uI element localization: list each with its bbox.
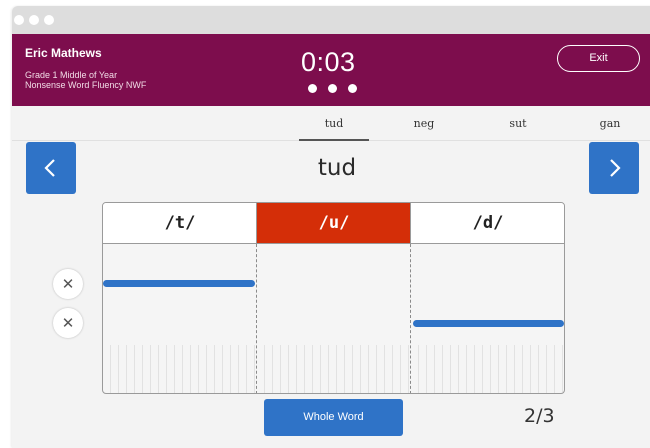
clear-button[interactable]: ✕	[53, 308, 83, 338]
column-divider	[410, 244, 411, 393]
tick-marks	[257, 345, 411, 393]
word-tab-neg[interactable]: neg	[389, 106, 459, 141]
timer-dots	[308, 84, 358, 94]
timer-dot	[348, 84, 357, 93]
timer-dot	[328, 84, 337, 93]
timer: 0:03	[301, 47, 356, 77]
timer-dot	[308, 84, 317, 93]
phoneme-column: /t/	[103, 203, 257, 393]
student-name: Eric Mathews	[25, 46, 102, 60]
phoneme-grid: /t/ /u/ /d/	[102, 202, 565, 394]
phoneme-header[interactable]: /u/	[257, 203, 411, 244]
phoneme-cell[interactable]	[103, 245, 257, 393]
phoneme-column: /d/	[411, 203, 564, 393]
phoneme-header[interactable]: /d/	[411, 203, 564, 244]
column-divider	[410, 203, 411, 244]
marker-bar[interactable]	[413, 320, 564, 327]
app-window: Eric Mathews Grade 1 Middle of Year Nons…	[12, 6, 650, 448]
word-tab-tud[interactable]: tud	[299, 106, 369, 141]
marker-bar[interactable]	[103, 280, 255, 287]
header-bar: Eric Mathews Grade 1 Middle of Year Nons…	[12, 34, 650, 106]
word-tabs: tud neg sut gan	[12, 106, 650, 141]
exit-button[interactable]: Exit	[557, 45, 640, 72]
phoneme-header[interactable]: /t/	[103, 203, 257, 244]
clear-button[interactable]: ✕	[53, 269, 83, 299]
close-icon: ✕	[61, 314, 75, 332]
chevron-right-icon	[610, 159, 621, 177]
window-dot[interactable]	[29, 15, 39, 25]
previous-word-button[interactable]	[26, 142, 76, 194]
word-tab-gan[interactable]: gan	[575, 106, 645, 141]
phoneme-cell[interactable]	[411, 245, 564, 393]
tick-marks	[103, 345, 257, 393]
word-tab-sut[interactable]: sut	[483, 106, 553, 141]
chevron-left-icon	[44, 159, 55, 177]
window-dot[interactable]	[14, 15, 24, 25]
grade-line: Grade 1 Middle of Year	[25, 70, 118, 80]
column-divider	[256, 244, 257, 393]
phoneme-cell[interactable]	[257, 245, 411, 393]
window-dot[interactable]	[44, 15, 54, 25]
tick-marks	[411, 345, 564, 393]
current-word: tud	[317, 155, 357, 181]
phoneme-column: /u/	[257, 203, 411, 393]
column-divider	[256, 203, 257, 244]
title-bar	[12, 6, 650, 34]
close-icon: ✕	[61, 275, 75, 293]
test-line: Nonsense Word Fluency NWF	[25, 80, 147, 90]
next-word-button[interactable]	[589, 142, 639, 194]
progress-counter: 2/3	[524, 405, 555, 427]
whole-word-button[interactable]: Whole Word	[264, 399, 403, 436]
